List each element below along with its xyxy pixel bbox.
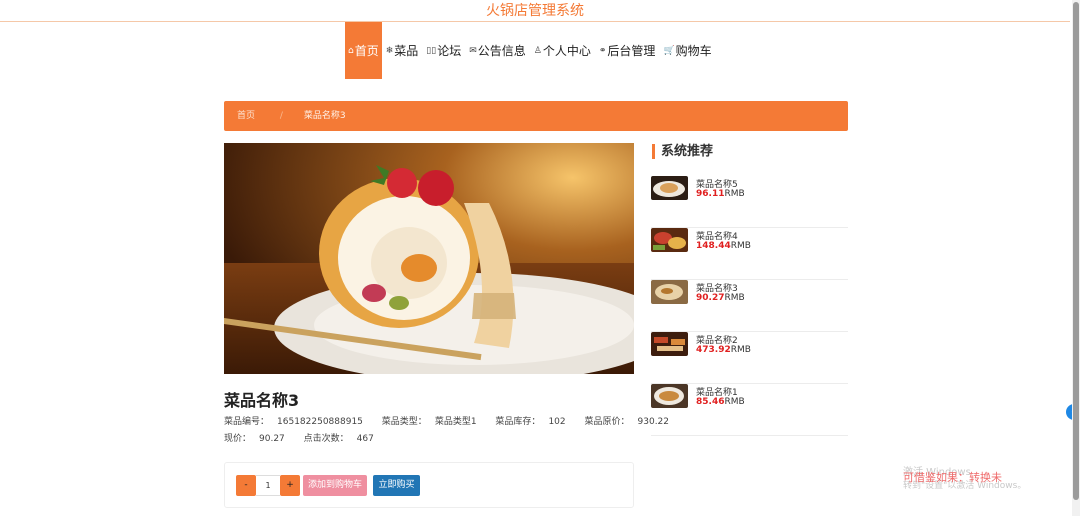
- recommend-thumbnail: [651, 280, 688, 304]
- nav-item-admin[interactable]: ⚭ 后台管理: [595, 22, 660, 79]
- dish-info-line-2: 现价： 90.27 点击次数： 467: [224, 431, 390, 444]
- quantity-input[interactable]: 1: [256, 475, 280, 496]
- recommend-thumbnail: [651, 332, 688, 356]
- nav-item-label: 首页: [354, 44, 379, 58]
- dish-type: 菜品类型： 菜品类型1: [381, 417, 477, 427]
- dish-id: 菜品编号： 165182250888915: [224, 417, 363, 427]
- snowflake-icon: ❄: [385, 45, 394, 56]
- nav-item-home[interactable]: ⌂ 首页: [345, 22, 382, 79]
- breadcrumb-home-link[interactable]: 首页: [237, 111, 255, 121]
- recommend-thumbnail: [651, 384, 688, 408]
- buy-now-button[interactable]: 立即购买: [373, 475, 420, 496]
- link-icon: ⚭: [598, 45, 607, 56]
- nav-item-label: 论坛: [437, 44, 462, 58]
- recommend-item-price: 85.46RMB: [696, 397, 745, 407]
- recommend-item[interactable]: 菜品名称5 96.11RMB: [651, 176, 848, 228]
- dish-stock: 菜品库存： 102: [495, 417, 566, 427]
- nav-item-profile[interactable]: ♙ 个人中心: [530, 22, 595, 79]
- nav-item-label: 个人中心: [542, 44, 591, 58]
- dish-title: 菜品名称3: [224, 391, 300, 410]
- quantity-decrease-button[interactable]: -: [236, 475, 256, 496]
- recommend-item[interactable]: 菜品名称1 85.46RMB: [651, 384, 848, 436]
- main-nav: ⌂ 首页 ❄ 菜品 ▯▯ 论坛 ✉ 公告信息 ♙ 个人中心 ⚭ 后台管理 🛒 购…: [345, 22, 716, 79]
- recommend-item[interactable]: 菜品名称2 473.92RMB: [651, 332, 848, 384]
- dish-photo: [224, 143, 634, 374]
- recommend-item-price: 90.27RMB: [696, 293, 745, 303]
- mail-icon: ✉: [469, 45, 477, 56]
- recommend-item-price: 96.11RMB: [696, 189, 745, 199]
- quantity-increase-button[interactable]: +: [280, 475, 300, 496]
- dish-info-line-1: 菜品编号： 165182250888915 菜品类型： 菜品类型1 菜品库存： 102…: [224, 414, 685, 427]
- breadcrumb: 首页 / 菜品名称3: [224, 101, 848, 131]
- user-icon: ♙: [533, 45, 542, 56]
- nav-item-announcements[interactable]: ✉ 公告信息: [465, 22, 530, 79]
- nav-item-dishes[interactable]: ❄ 菜品: [382, 22, 423, 79]
- nav-item-forum[interactable]: ▯▯ 论坛: [422, 22, 465, 79]
- nav-item-label: 购物车: [675, 44, 712, 58]
- recommend-thumbnail: [651, 176, 688, 200]
- page-scrollbar[interactable]: [1072, 0, 1080, 516]
- forum-icon: ▯▯: [426, 45, 437, 56]
- nav-item-label: 后台管理: [607, 44, 656, 58]
- breadcrumb-separator: /: [279, 111, 283, 121]
- recommend-item[interactable]: 菜品名称4 148.44RMB: [651, 228, 848, 280]
- scrollbar-thumb[interactable]: [1073, 2, 1079, 500]
- recommend-thumbnail: [651, 228, 688, 252]
- recommend-item[interactable]: 菜品名称3 90.27RMB: [651, 280, 848, 332]
- site-title: 火锅店管理系统: [0, 0, 1070, 22]
- nav-item-label: 公告信息: [477, 44, 526, 58]
- cart-icon: 🛒: [663, 45, 675, 56]
- add-to-cart-button[interactable]: 添加到购物车: [303, 475, 367, 496]
- recommend-item-price: 148.44RMB: [696, 241, 751, 251]
- recommend-item-price: 473.92RMB: [696, 345, 751, 355]
- cake-roll-image: [224, 143, 634, 374]
- home-icon: ⌂: [348, 45, 354, 56]
- nav-item-label: 菜品: [394, 44, 419, 58]
- dish-current-price: 现价： 90.27: [224, 434, 285, 444]
- purchase-panel: - 1 + 添加到购物车 立即购买: [224, 462, 634, 508]
- nav-item-cart[interactable]: 🛒 购物车: [659, 22, 715, 79]
- watermark-text: 可借鉴如果：转换未: [903, 471, 1002, 484]
- recommend-title: 系统推荐: [652, 144, 713, 159]
- breadcrumb-current: 菜品名称3: [303, 111, 346, 121]
- dish-click-count: 点击次数： 467: [303, 434, 374, 444]
